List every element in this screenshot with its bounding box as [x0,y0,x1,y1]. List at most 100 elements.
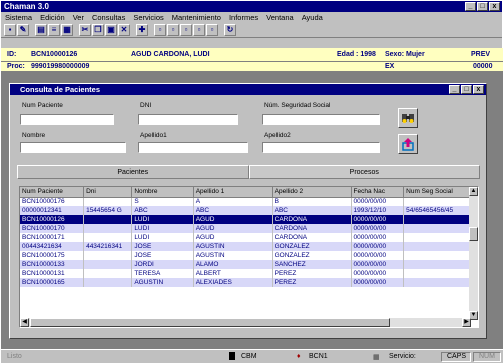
dni-label: DNI [140,102,152,109]
table-row[interactable]: BCN10000131 TERESA ALBERT PEREZ 0000/00/00 [20,269,470,278]
table-cell: S [131,197,194,206]
table-cell: AGUD [193,224,273,233]
doc1-icon[interactable]: ▫ [154,23,166,36]
col-num-paciente[interactable]: Num Paciente [20,187,85,198]
proc-value: 999019980000009 [31,63,90,70]
tab-procesos[interactable]: Procesos [248,165,480,179]
table-row[interactable]: BCN10000170 LUDI AGUD CARDONA 0000/00/00 [20,224,470,233]
menu-servicios[interactable]: Servicios [133,13,163,22]
scroll-left-icon[interactable]: ◀ [20,318,29,327]
paste-icon[interactable]: ▣ [105,23,117,36]
apellido2-input[interactable] [262,142,380,153]
new-record-icon[interactable]: ✚ [136,23,148,36]
apellido1-label: Apellido1 [140,132,167,139]
status-bcn: BCN1 [309,353,328,360]
doc5-icon[interactable]: ▫ [206,23,218,36]
dialog-maximize-button[interactable]: □ [461,85,472,94]
scroll-right-icon[interactable]: ▶ [462,318,471,327]
table-cell [83,224,133,233]
refresh-icon[interactable]: ↻ [224,23,236,36]
menu-ayuda[interactable]: Ayuda [302,13,323,22]
menu-sistema[interactable]: Sistema [5,13,32,22]
table-cell: ALEXIADES [193,278,273,287]
apellido2-label: Apellido2 [264,132,291,139]
table-cell: 0000/00/00 [351,242,405,251]
maximize-button[interactable]: □ [477,2,488,11]
doc4-icon[interactable]: ▫ [193,23,205,36]
dni-input[interactable] [138,114,238,125]
apellido1-input[interactable] [138,142,248,153]
table-cell: 0000/00/00 [351,260,405,269]
app-title: Chaman 3.0 [4,2,49,11]
menu-mantenimiento[interactable]: Mantenimiento [172,13,221,22]
table-row[interactable]: BCN10000175 JOSE AGUSTIN GONZALEZ 0000/00/00 [20,251,470,260]
dialog-title-bar: Consulta de Pacientes _ □ x [10,84,486,95]
table-cell: LUDI [131,224,194,233]
table-row[interactable]: BCN10000165 AGUSTIN ALEXIADES PEREZ 0000/00/… [20,278,470,287]
col-nombre[interactable]: Nombre [131,187,194,198]
print-icon[interactable]: ▦ [61,23,73,36]
patient-icon[interactable]: ▪ [4,23,16,36]
toolbar: ▪ ✎ ▤ ≡ ▦ ✂ ❐ ▣ ✕ ✚ ▫ ▫ ▫ ▫ ▫ ↻ [1,22,502,38]
table-row[interactable]: 00000012341 15445654 G ABC ABC ABC 1993/12/10… [20,206,470,215]
doc3-icon[interactable]: ▫ [180,23,192,36]
table-cell: JOSE [131,251,194,260]
col-apellido1[interactable]: Apellido 1 [193,187,273,198]
table-row[interactable]: 00443421634 4434216341 JOSE AGUSTIN GONZALEZ… [20,242,470,251]
delete-icon[interactable]: ✕ [118,23,130,36]
table-cell: BCN10000175 [20,251,85,260]
cut-icon[interactable]: ✂ [79,23,91,36]
vertical-scrollbar[interactable]: ▲ ▼ [469,187,478,320]
table-cell: 0000/00/00 [351,224,405,233]
table-cell: 15445654 G [83,206,133,215]
status-servicio: Servicio: [389,353,416,360]
copy-icon[interactable]: ❐ [92,23,104,36]
tab-pacientes[interactable]: Pacientes [17,165,249,179]
minimize-button[interactable]: _ [465,2,476,11]
table-cell: BCN10000131 [20,269,85,278]
table-cell: PEREZ [272,269,352,278]
horizontal-scroll-thumb[interactable] [30,318,390,327]
nombre-input[interactable] [20,142,126,153]
table-cell: BCN10000126 [20,215,85,224]
table-cell [83,260,133,269]
col-num-seg-social[interactable]: Num Seg Social [403,187,470,198]
consulta-pacientes-dialog: Consulta de Pacientes _ □ x Num Paciente… [9,83,487,339]
menu-consultas[interactable]: Consultas [92,13,125,22]
edit-icon[interactable]: ✎ [17,23,29,36]
menu-edicion[interactable]: Edición [40,13,65,22]
num-ss-label: Núm. Seguridad Social [264,102,331,109]
doc2-icon[interactable]: ▫ [167,23,179,36]
table-row[interactable]: BCN10000126 LUDI AGUD CARDONA 0000/00/00 [20,215,470,224]
close-button[interactable]: x [489,2,500,11]
export-button[interactable] [398,134,418,154]
table-cell: 00443421634 [20,242,85,251]
dialog-close-button[interactable]: x [473,85,484,94]
menu-ventana[interactable]: Ventana [266,13,294,22]
scroll-up-icon[interactable]: ▲ [469,187,478,196]
menu-ver[interactable]: Ver [73,13,84,22]
folder-icon[interactable]: ▤ [35,23,47,36]
table-row[interactable]: BCN10000133 JORDI ALAMO SANCHEZ 0000/00/00 [20,260,470,269]
proc-label: Proc: [7,63,25,70]
list-icon[interactable]: ≡ [48,23,60,36]
table-cell: A [193,197,273,206]
menu-informes[interactable]: Informes [229,13,258,22]
vertical-scroll-thumb[interactable] [469,227,478,241]
table-cell [403,233,470,242]
dialog-minimize-button[interactable]: _ [449,85,460,94]
table-cell: 0000/00/00 [351,215,405,224]
horizontal-scrollbar[interactable]: ◀ ▶ [20,318,471,327]
cbm-icon [229,352,235,360]
num-ss-input[interactable] [262,114,380,125]
num-paciente-input[interactable] [20,114,114,125]
table-cell: 0000/00/00 [351,233,405,242]
search-button[interactable] [398,108,418,128]
table-cell: ABC [131,206,194,215]
col-apellido2[interactable]: Apellido 2 [272,187,352,198]
table-cell: AGUSTIN [131,278,194,287]
table-row[interactable]: BCN10000171 LUDI AGUD CARDONA 0000/00/00 [20,233,470,242]
table-row[interactable]: BCN10000176 S A B 0000/00/00 [20,197,470,206]
col-fecha-nac[interactable]: Fecha Nac [351,187,405,198]
col-dni[interactable]: Dni [83,187,133,198]
